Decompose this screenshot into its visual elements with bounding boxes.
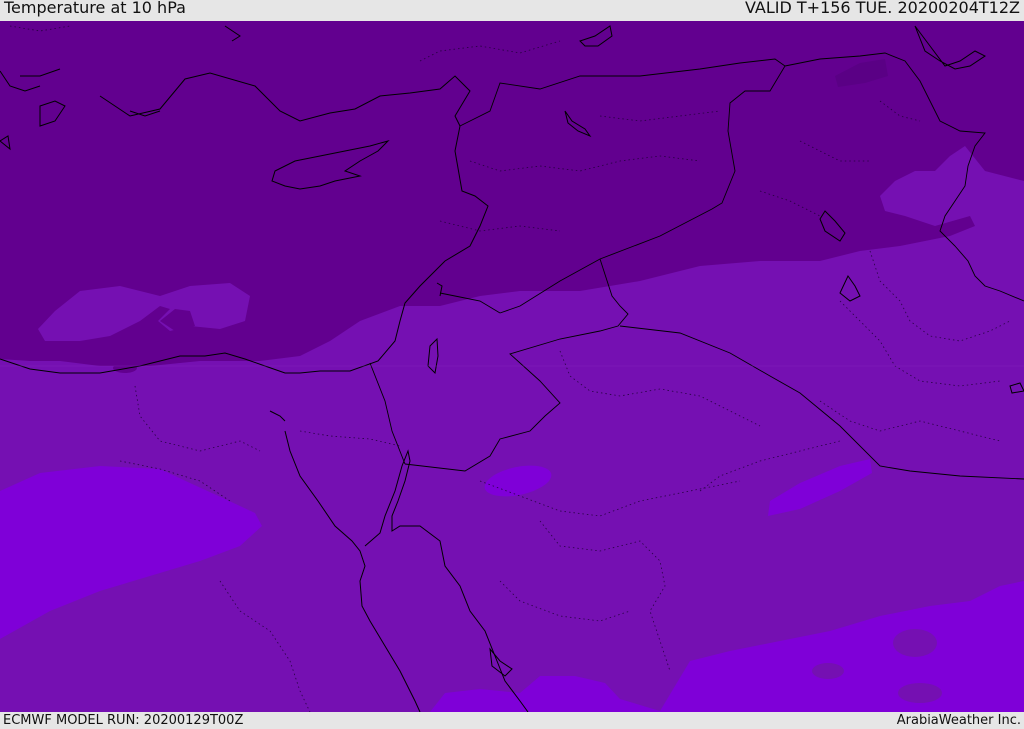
credit-label: ArabiaWeather Inc. bbox=[896, 713, 1021, 728]
weather-map[interactable] bbox=[0, 21, 1024, 712]
temperature-patch-dark-s3 bbox=[898, 683, 942, 703]
footer-bar: ECMWF MODEL RUN: 20200129T00Z ArabiaWeat… bbox=[0, 712, 1024, 729]
temperature-patch-small bbox=[113, 363, 137, 373]
valid-time: VALID T+156 TUE. 20200204T12Z bbox=[744, 0, 1020, 17]
temperature-patch-dark-s1 bbox=[893, 629, 937, 657]
header-bar: Temperature at 10 hPa VALID T+156 TUE. 2… bbox=[0, 0, 1024, 21]
temperature-patch-dark-s2 bbox=[812, 663, 844, 679]
map-title: Temperature at 10 hPa bbox=[4, 0, 186, 17]
model-run-label: ECMWF MODEL RUN: 20200129T00Z bbox=[3, 713, 244, 728]
